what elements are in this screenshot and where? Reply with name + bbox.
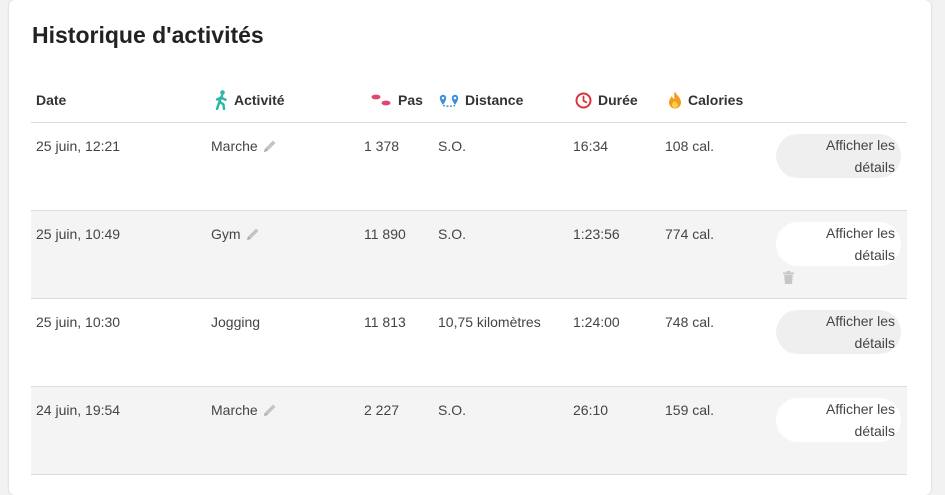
row-date-text: 25 juin, 12:21 (36, 138, 121, 154)
row-duration-text: 26:10 (573, 402, 609, 418)
table-row: 25 juin, 10:30 Jogging 11 813 10,75 kilo… (31, 299, 907, 387)
row-steps: 11 813 (364, 314, 406, 330)
edit-icon[interactable] (262, 402, 278, 418)
row-activity-text: Jogging (211, 314, 261, 330)
table-header: Date Activité Pas Distance Durée Calorie… (31, 78, 907, 123)
row-duration: 1:24:00 (573, 314, 620, 330)
row-distance-text: S.O. (438, 226, 467, 242)
edit-icon[interactable] (245, 226, 261, 242)
row-distance: S.O. (438, 402, 466, 418)
row-date-text: 25 juin, 10:49 (36, 226, 121, 242)
row-date: 25 juin, 10:30 (36, 314, 120, 330)
row-activity: Gym (211, 226, 261, 242)
row-distance-text: S.O. (438, 138, 467, 154)
row-date: 25 juin, 10:49 (36, 226, 120, 242)
row-duration-text: 1:23:56 (573, 226, 620, 242)
row-steps: 1 378 (364, 138, 399, 154)
col-distance-label: Distance (465, 92, 524, 108)
row-calories: 108 cal. (665, 138, 714, 154)
table-row: 25 juin, 10:49 Gym 11 890 S.O. 1:23:56 7… (31, 211, 907, 299)
pencil-icon (263, 140, 276, 152)
col-activity: Activité (214, 78, 285, 122)
row-steps-text: 2 227 (364, 402, 400, 418)
row-duration: 1:23:56 (573, 226, 620, 242)
row-duration-text: 16:34 (573, 138, 609, 154)
row-calories-text: 774 cal. (665, 226, 715, 242)
table-row: 25 juin, 12:21 Marche 1 378 S.O. 16:34 1… (31, 123, 907, 211)
row-steps: 2 227 (364, 402, 399, 418)
row-distance: 10,75 kilomètres (438, 314, 541, 330)
col-calories: Calories (668, 78, 743, 122)
row-duration: 16:34 (573, 138, 608, 154)
pencil-icon (263, 404, 276, 416)
row-activity: Marche (211, 138, 278, 154)
show-details-button[interactable]: Afficher les détails (776, 398, 901, 442)
row-calories: 748 cal. (665, 314, 714, 330)
col-duration: Durée (575, 78, 638, 122)
col-date-label: Date (36, 92, 67, 108)
row-distance: S.O. (438, 138, 466, 154)
page-title: Historique d'activités (32, 22, 264, 48)
col-calories-label: Calories (688, 92, 744, 108)
table-row: 24 juin, 19:54 Marche 2 227 S.O. 26:10 1… (31, 387, 907, 475)
row-distance-text: S.O. (438, 402, 467, 418)
row-calories-text: 108 cal. (665, 138, 715, 154)
row-calories: 774 cal. (665, 226, 714, 242)
col-distance: Distance (439, 78, 523, 122)
row-calories: 159 cal. (665, 402, 714, 418)
row-steps: 11 890 (364, 226, 406, 242)
col-activity-label: Activité (234, 92, 285, 108)
delete-icon[interactable] (783, 271, 794, 284)
flame-icon (669, 91, 681, 109)
row-date-text: 24 juin, 19:54 (36, 402, 121, 418)
row-date: 25 juin, 12:21 (36, 138, 120, 154)
row-steps-text: 1 378 (364, 138, 400, 154)
footsteps-icon (371, 94, 391, 106)
row-calories-text: 748 cal. (665, 314, 715, 330)
row-distance: S.O. (438, 226, 466, 242)
row-activity-text: Marche (211, 138, 258, 154)
show-details-button[interactable]: Afficher les détails (776, 310, 901, 354)
row-activity-text: Marche (211, 402, 258, 418)
col-steps: Pas (371, 78, 423, 122)
walking-person-icon (215, 90, 227, 110)
route-pins-icon (439, 94, 459, 107)
row-steps-text: 11 813 (364, 314, 406, 330)
row-date: 24 juin, 19:54 (36, 402, 120, 418)
row-activity-text: Gym (211, 226, 241, 242)
row-steps-text: 11 890 (364, 226, 406, 242)
activity-history-card: Historique d'activités Date Activité Pas (9, 0, 931, 495)
show-details-button[interactable]: Afficher les détails (776, 134, 901, 178)
row-activity: Jogging (211, 314, 260, 330)
trash-icon (783, 271, 794, 284)
row-duration: 26:10 (573, 402, 608, 418)
row-activity: Marche (211, 402, 278, 418)
clock-icon (575, 92, 592, 108)
row-calories-text: 159 cal. (665, 402, 715, 418)
show-details-button[interactable]: Afficher les détails (776, 222, 901, 266)
activity-table: Date Activité Pas Distance Durée Calorie… (31, 78, 907, 475)
pencil-icon (246, 228, 259, 240)
row-date-text: 25 juin, 10:30 (36, 314, 121, 330)
row-duration-text: 1:24:00 (573, 314, 620, 330)
col-steps-label: Pas (398, 92, 423, 108)
col-date: Date (36, 78, 66, 122)
col-duration-label: Durée (598, 92, 638, 108)
row-distance-text: 10,75 kilomètres (438, 314, 541, 330)
edit-icon[interactable] (262, 138, 278, 154)
activity-rows: 25 juin, 12:21 Marche 1 378 S.O. 16:34 1… (31, 123, 907, 475)
